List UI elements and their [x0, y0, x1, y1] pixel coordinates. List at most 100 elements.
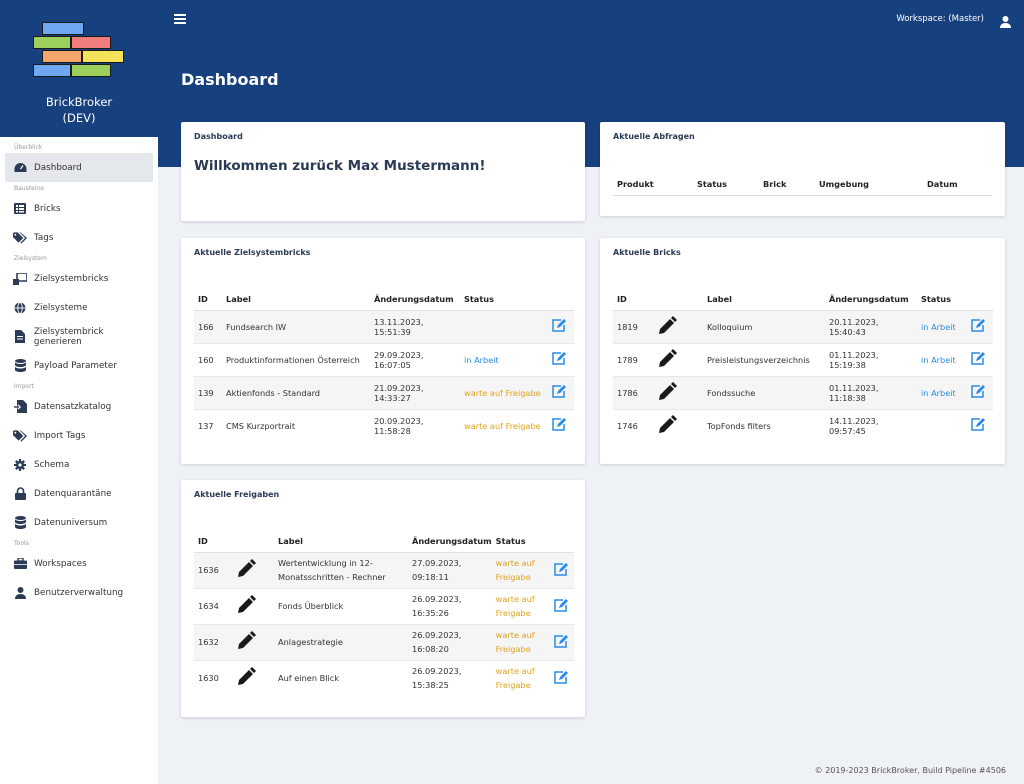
- cell-status: in Arbeit: [917, 375, 967, 409]
- cell-id: 137: [194, 408, 222, 442]
- cell-id: 160: [194, 342, 222, 376]
- edit-icon[interactable]: [552, 385, 566, 399]
- table-row[interactable]: 139 Aktienfonds - Standard 21.09.2023, 1…: [194, 375, 574, 409]
- sidebar-item-label: Zielsystembricks: [34, 273, 109, 284]
- table-row[interactable]: 1634 Fonds Überblick 26.09.2023, 16:35:2…: [194, 587, 574, 624]
- page-title: Dashboard: [181, 70, 279, 89]
- column-header-icon: [232, 530, 274, 553]
- table-row[interactable]: 1632 Anlagestrategie 26.09.2023, 16:08:2…: [194, 623, 574, 660]
- column-header-umgebung[interactable]: Umgebung: [815, 173, 923, 196]
- cell-label: Produktinformationen Österreich: [222, 342, 370, 376]
- edit-icon[interactable]: [553, 562, 568, 577]
- edit-icon[interactable]: [553, 634, 568, 649]
- nav-section-tools: Tools: [14, 540, 29, 547]
- table-row[interactable]: 1789 Preisleistungsverzeichnis 01.11.202…: [613, 342, 993, 376]
- workspace-label[interactable]: Workspace: (Master): [896, 14, 984, 24]
- column-header-status[interactable]: Status: [917, 288, 967, 311]
- sidebar-item-import-tags[interactable]: Import Tags: [5, 421, 153, 450]
- table-row[interactable]: 1819 Kolloquium 20.11.2023, 15:40:43 in …: [613, 309, 993, 343]
- column-header-brick[interactable]: Brick: [759, 173, 815, 196]
- pencil-icon: [657, 414, 677, 435]
- column-header-datum[interactable]: Datum: [923, 173, 992, 196]
- edit-icon[interactable]: [971, 352, 985, 366]
- sidebar: BrickBroker (DEV) Überblick Dashboard Ba…: [0, 0, 158, 784]
- table-row[interactable]: 1636 Wertentwicklung in 12-Monatsschritt…: [194, 551, 574, 588]
- table-row[interactable]: 1630 Auf einen Blick 26.09.2023, 15:38:2…: [194, 659, 574, 696]
- cell-id: 166: [194, 309, 222, 343]
- table-row[interactable]: 137 CMS Kurzportrait 20.09.2023, 11:58:2…: [194, 408, 574, 442]
- brand-header: BrickBroker (DEV): [0, 0, 158, 137]
- sidebar-item-dashboard[interactable]: Dashboard: [5, 153, 153, 182]
- sidebar-item-schema[interactable]: Schema: [5, 450, 153, 479]
- column-header-date[interactable]: Änderungsdatum: [408, 530, 492, 553]
- sidebar-item-zielsystembrick-generieren[interactable]: Zielsystembrick generieren: [5, 322, 153, 351]
- column-header-label[interactable]: Label: [274, 530, 408, 553]
- edit-icon[interactable]: [553, 598, 568, 613]
- column-header-id[interactable]: ID: [194, 530, 232, 553]
- column-header-date[interactable]: Änderungsdatum: [825, 288, 917, 311]
- cell-id: 1819: [613, 309, 653, 343]
- queries-card: Aktuelle Abfragen Produkt Status Brick U…: [600, 122, 1005, 216]
- sidebar-item-datenquarantaene[interactable]: Datenquarantäne: [5, 479, 153, 508]
- cell-date: 27.09.2023, 09:18:11: [408, 551, 492, 588]
- sidebar-item-datensatzkatalog[interactable]: Datensatzkatalog: [5, 392, 153, 421]
- column-header-produkt[interactable]: Produkt: [613, 173, 693, 196]
- cell-date: 26.09.2023, 16:35:26: [408, 587, 492, 624]
- column-header-label[interactable]: Label: [703, 288, 825, 311]
- user-icon[interactable]: [1000, 13, 1011, 32]
- edit-icon[interactable]: [971, 319, 985, 333]
- column-header-label[interactable]: Label: [222, 288, 370, 311]
- sidebar-item-payload-parameter[interactable]: Payload Parameter: [5, 351, 153, 380]
- edit-icon[interactable]: [552, 418, 566, 432]
- lock-icon: [13, 487, 27, 501]
- sidebar-item-datenuniversum[interactable]: Datenuniversum: [5, 508, 153, 537]
- sidebar-item-zielsystembricks[interactable]: Zielsystembricks: [5, 264, 153, 293]
- sidebar-item-label: Payload Parameter: [34, 360, 117, 371]
- bricks-card: Aktuelle Bricks ID Label Änderungsdatum …: [600, 238, 1005, 464]
- cell-label: Kolloquium: [703, 309, 825, 343]
- sidebar-item-benutzerverwaltung[interactable]: Benutzerverwaltung: [5, 578, 153, 607]
- column-header-id[interactable]: ID: [194, 288, 222, 311]
- cell-date: 26.09.2023, 16:08:20: [408, 623, 492, 660]
- queries-table: Produkt Status Brick Umgebung Datum: [613, 173, 992, 196]
- cell-id: 1634: [194, 587, 232, 624]
- cell-label: TopFonds filters: [703, 408, 825, 442]
- cell-date: 01.11.2023, 11:18:38: [825, 375, 917, 409]
- sidebar-item-label: Schema: [34, 459, 70, 470]
- sidebar-item-label: Dashboard: [34, 162, 82, 173]
- table-row[interactable]: 166 Fundsearch IW 13.11.2023, 15:51:39: [194, 309, 574, 343]
- cell-status: warte auf Freigabe: [491, 623, 550, 660]
- edit-icon[interactable]: [552, 352, 566, 366]
- table-row[interactable]: 1786 Fondssuche 01.11.2023, 11:18:38 in …: [613, 375, 993, 409]
- column-header-status[interactable]: Status: [460, 288, 548, 311]
- table-header-row: ID Label Änderungsdatum Status: [194, 530, 574, 553]
- column-header-status[interactable]: Status: [693, 173, 759, 196]
- edit-icon[interactable]: [971, 385, 985, 399]
- column-header-id[interactable]: ID: [613, 288, 653, 311]
- cell-status: warte auf Freigabe: [491, 551, 550, 588]
- column-header-date[interactable]: Änderungsdatum: [370, 288, 460, 311]
- pencil-icon: [657, 381, 677, 402]
- sidebar-item-bricks[interactable]: Bricks: [5, 194, 153, 223]
- hamburger-menu-icon[interactable]: [174, 14, 186, 24]
- edit-icon[interactable]: [971, 418, 985, 432]
- sidebar-item-tags[interactable]: Tags: [5, 223, 153, 252]
- table-row[interactable]: 160 Produktinformationen Österreich 29.0…: [194, 342, 574, 376]
- cell-id: 1786: [613, 375, 653, 409]
- pencil-icon: [236, 595, 256, 615]
- nav-section-overview: Überblick: [14, 144, 43, 151]
- card-title: Aktuelle Bricks: [613, 248, 681, 257]
- column-header-status[interactable]: Status: [491, 530, 550, 553]
- cell-label: Wertentwicklung in 12-Monatsschritten - …: [274, 551, 408, 588]
- sidebar-item-zielsysteme[interactable]: Zielsysteme: [5, 293, 153, 322]
- pencil-icon: [236, 667, 256, 687]
- edit-icon[interactable]: [552, 319, 566, 333]
- sidebar-item-workspaces[interactable]: Workspaces: [5, 549, 153, 578]
- table-row[interactable]: 1746 TopFonds filters 14.11.2023, 09:57:…: [613, 408, 993, 442]
- sidebar-item-label: Datensatzkatalog: [34, 401, 112, 412]
- cell-date: 21.09.2023, 14:33:27: [370, 375, 460, 409]
- globe-icon: [13, 301, 27, 315]
- brand-env: (DEV): [62, 111, 96, 125]
- cell-label: Fondssuche: [703, 375, 825, 409]
- edit-icon[interactable]: [553, 670, 568, 685]
